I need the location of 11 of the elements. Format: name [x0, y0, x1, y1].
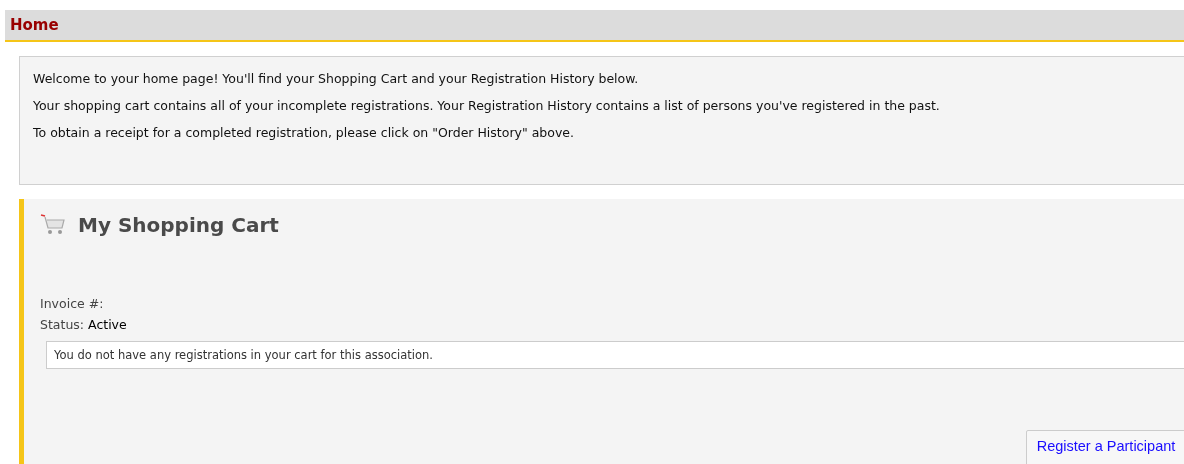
invoice-label: Invoice #: — [40, 295, 104, 313]
intro-paragraph: Your shopping cart contains all of your incomplete registrations. Your Registration History contains a list of persons you've registered in the past. — [33, 98, 941, 113]
register-participant-button[interactable]: Register a Participant — [1026, 430, 1184, 464]
cart-title: My Shopping Cart — [78, 213, 279, 237]
intro-paragraph: To obtain a receipt for a completed registration, please click on "Order History" above. — [33, 125, 575, 140]
shopping-cart-icon — [40, 214, 66, 236]
status-label: Status: — [40, 316, 85, 334]
status-value: Active — [88, 316, 127, 334]
page-title: Home — [10, 16, 59, 34]
intro-paragraph: Welcome to your home page! You'll find your Shopping Cart and your Registration History below. — [33, 71, 640, 86]
empty-cart-message: You do not have any registrations in your cart for this association. — [54, 348, 433, 362]
